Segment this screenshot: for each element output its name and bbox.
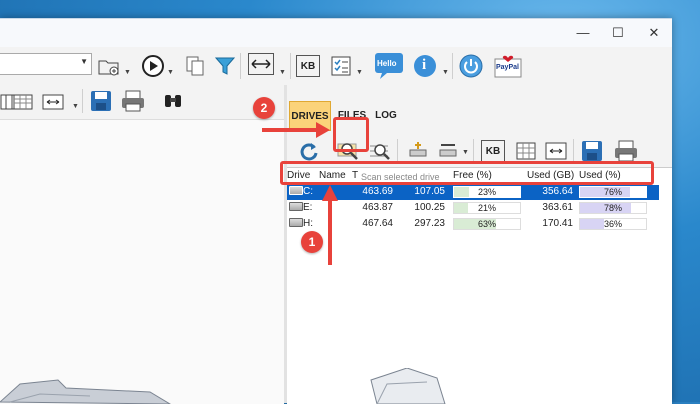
arrow-up-icon xyxy=(322,185,338,201)
app-window: — ☐ ✕ ▼ ▼ ▼ ▼ KB ▼ Hello i ▼ PayPal ▼ DR… xyxy=(0,18,672,404)
callout-number-2: 2 xyxy=(253,97,275,119)
arrow-right-icon xyxy=(316,122,330,138)
callout-number-1: 1 xyxy=(301,231,323,253)
annotation-arrows xyxy=(262,122,338,265)
